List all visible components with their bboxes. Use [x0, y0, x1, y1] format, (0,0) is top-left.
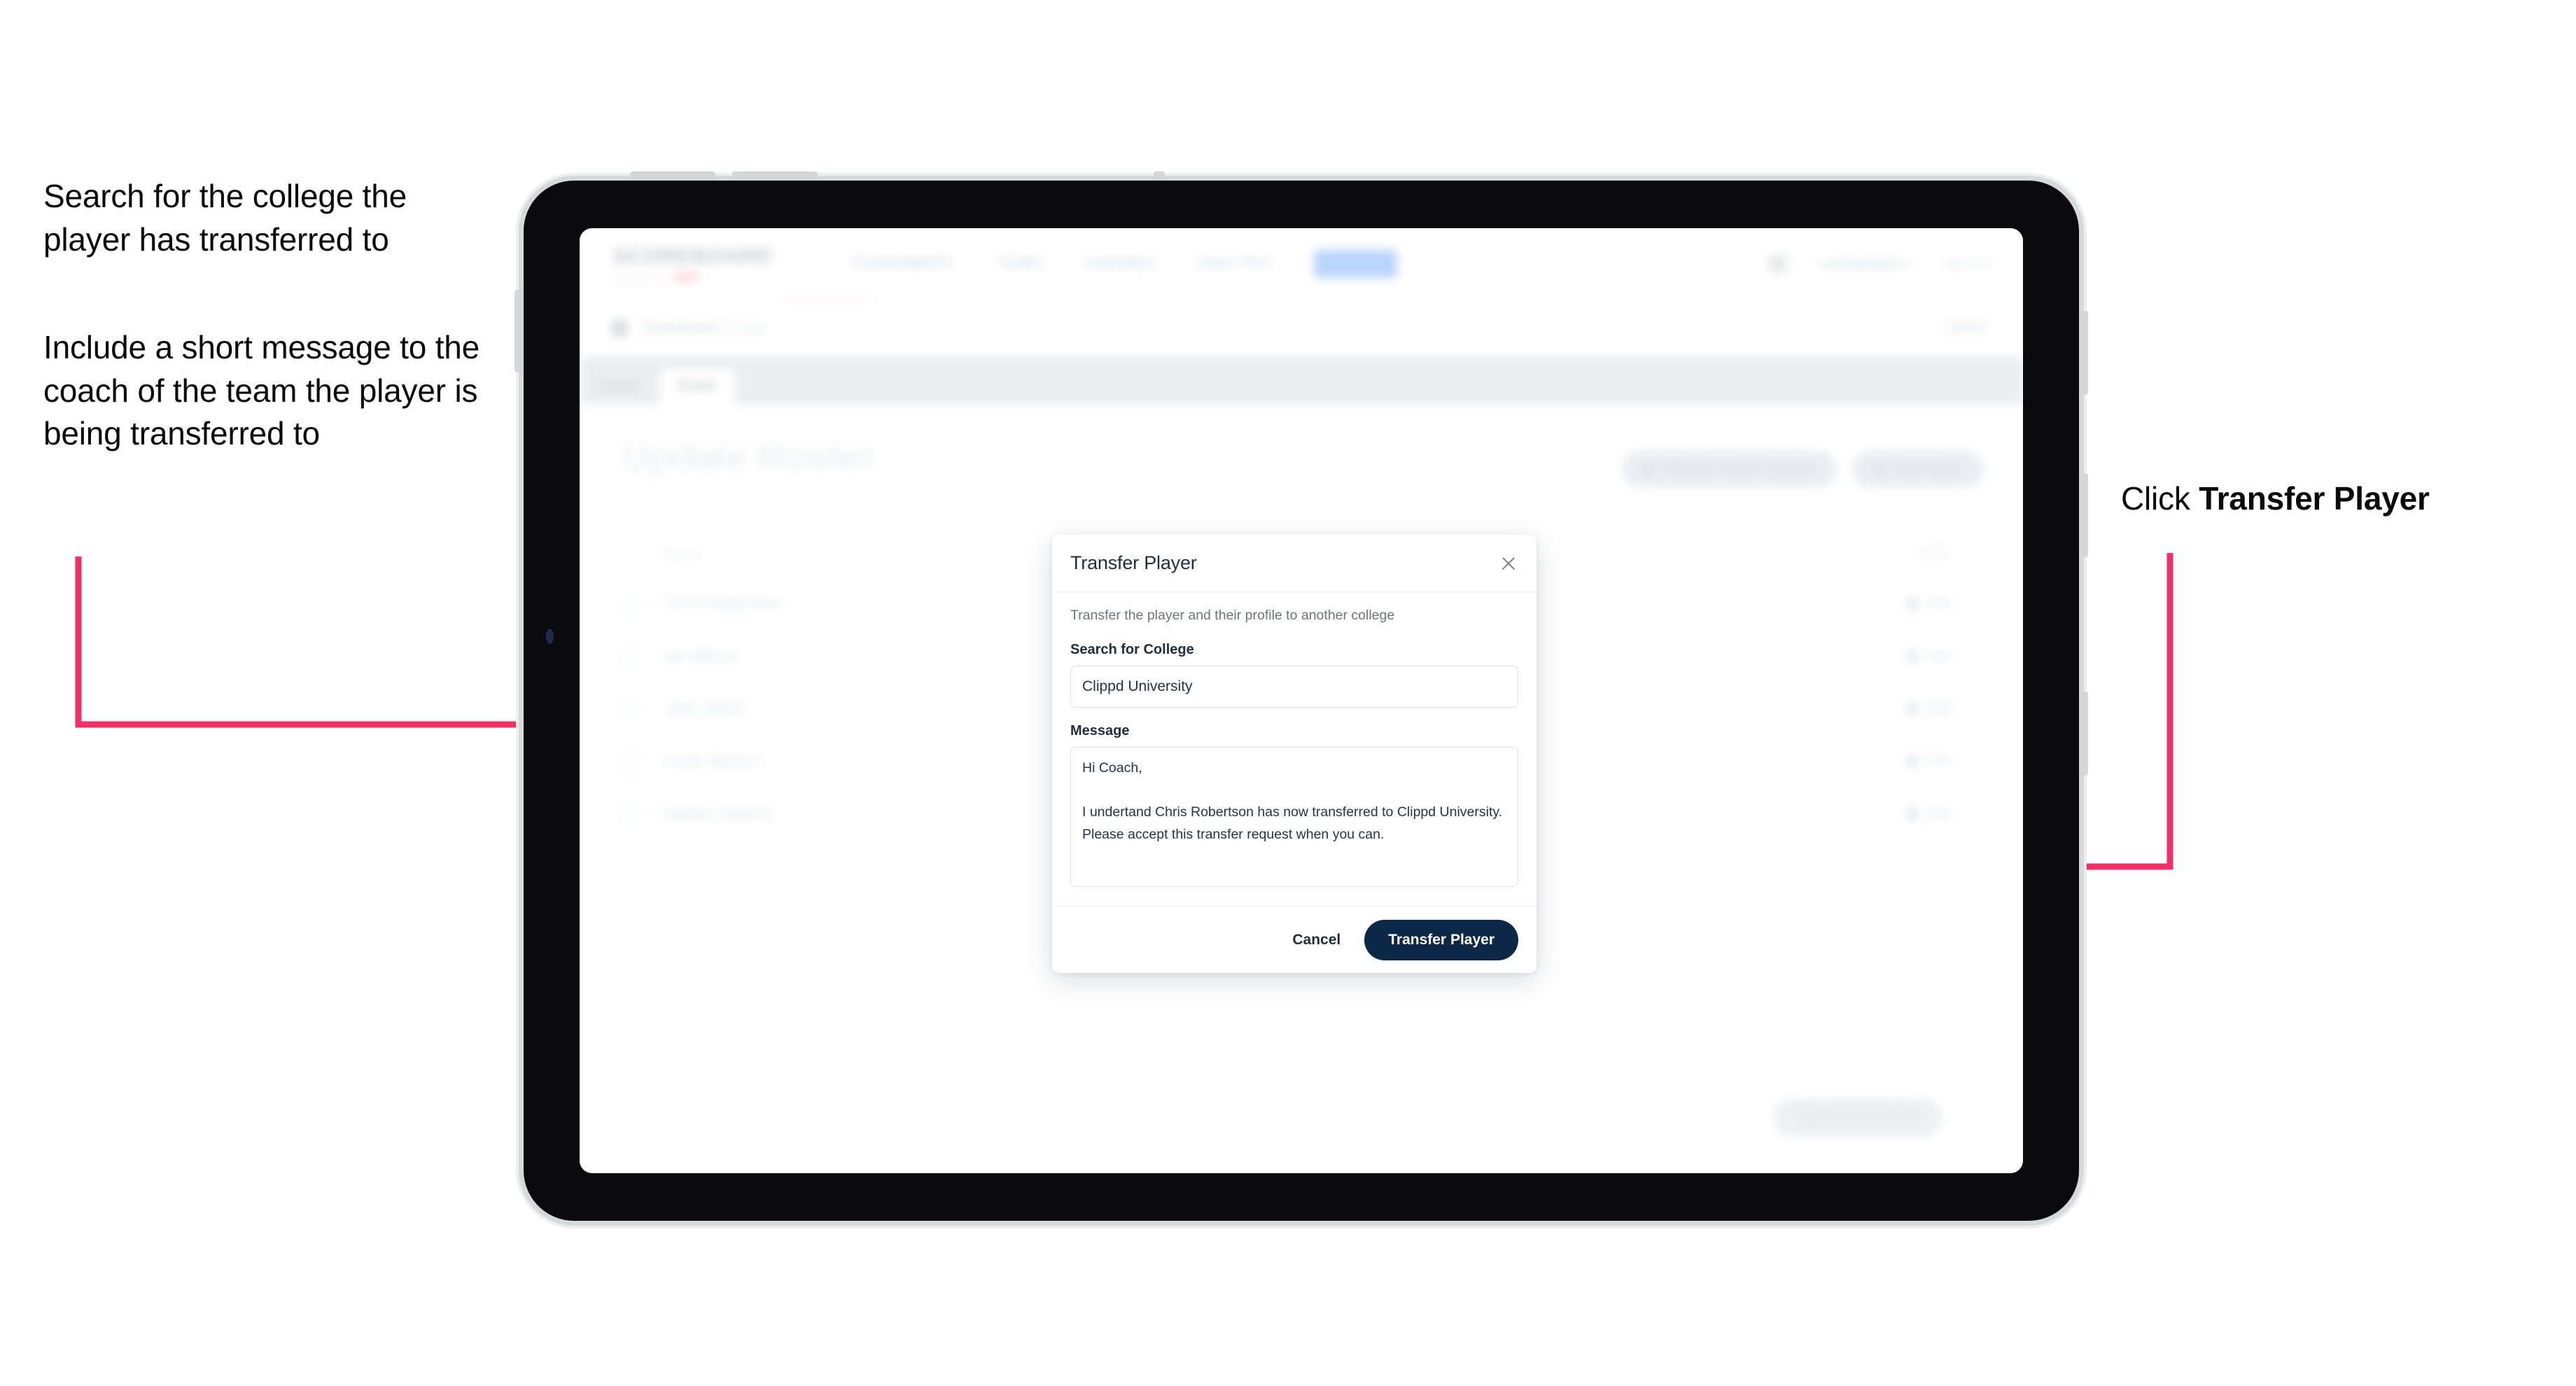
annotation-right-prefix: Click	[2121, 480, 2199, 517]
volume-button-up[interactable]	[630, 172, 715, 181]
annotation-right-bold: Transfer Player	[2199, 480, 2430, 517]
close-icon[interactable]	[1497, 552, 1520, 575]
dialog-title: Transfer Player	[1070, 552, 1197, 573]
tablet-device-frame: SCOREBOARD powered by TOURNAMENTS TEAMS …	[514, 172, 2088, 1221]
message-textarea[interactable]	[1070, 747, 1518, 887]
transfer-player-dialog: Transfer Player Transfer the player and …	[1052, 535, 1536, 973]
search-college-input[interactable]	[1070, 666, 1518, 708]
front-camera	[546, 629, 554, 644]
screenshot-root: Search for the college the player has tr…	[0, 0, 2576, 1386]
tablet-screen: SCOREBOARD powered by TOURNAMENTS TEAMS …	[580, 228, 2023, 1173]
volume-button-down[interactable]	[732, 172, 818, 181]
dialog-header: Transfer Player	[1052, 535, 1536, 592]
side-connector-2	[2079, 473, 2088, 557]
cancel-button[interactable]: Cancel	[1289, 926, 1343, 954]
annotation-search-college: Search for the college the player has tr…	[43, 178, 407, 258]
annotation-include-message: Include a short message to the coach of …	[43, 329, 480, 452]
dialog-footer: Cancel Transfer Player	[1052, 906, 1536, 973]
side-connector-3	[2079, 692, 2088, 776]
top-button[interactable]	[1154, 172, 1165, 181]
side-connector-1	[2079, 311, 2088, 395]
search-college-label: Search for College	[1070, 642, 1194, 657]
dialog-description: Transfer the player and their profile to…	[1070, 608, 1395, 623]
power-button[interactable]	[514, 290, 524, 372]
transfer-player-button[interactable]: Transfer Player	[1364, 919, 1518, 960]
message-label: Message	[1070, 723, 1130, 738]
dialog-body: Transfer the player and their profile to…	[1052, 592, 1536, 906]
annotation-click-transfer-player: Click Transfer Player	[2121, 477, 2555, 521]
field-spacer	[1070, 708, 1518, 723]
